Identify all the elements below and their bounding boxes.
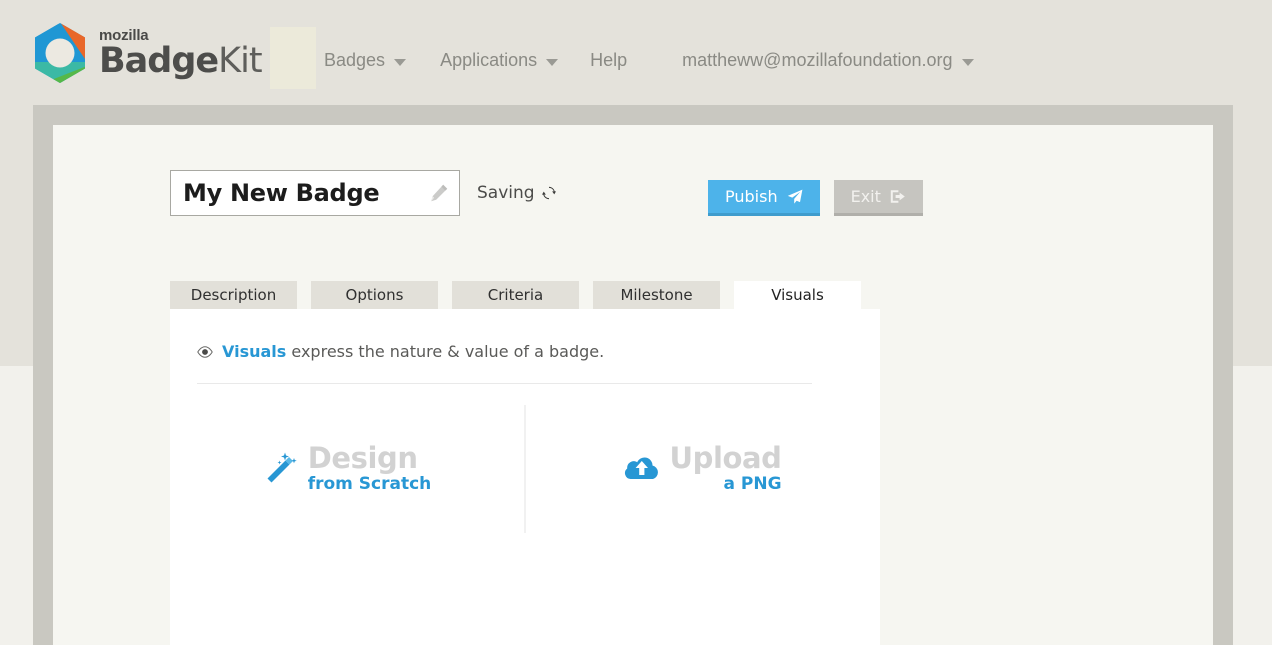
visuals-intro-text: Visuals express the nature & value of a …	[222, 342, 604, 361]
nav-item-badges-label: Badges	[324, 50, 386, 70]
visuals-panel: Visuals express the nature & value of a …	[170, 309, 880, 645]
upload-option-labels: Upload a PNG	[669, 441, 782, 494]
save-status: Saving	[477, 183, 556, 203]
publish-button[interactable]: Pubish	[708, 180, 820, 216]
sign-out-icon	[890, 190, 905, 203]
badge-action-buttons: Pubish Exit	[708, 180, 923, 216]
paper-plane-icon	[787, 189, 802, 204]
nav-item-help-label: Help	[590, 50, 628, 70]
chevron-down-icon	[394, 59, 407, 66]
visuals-intro-rest: express the nature & value of a badge.	[286, 342, 605, 361]
exit-button[interactable]: Exit	[833, 180, 923, 216]
badge-title-input[interactable]: My New Badge	[170, 170, 460, 216]
upload-option-sub-label: a PNG	[723, 474, 782, 494]
publish-button-label: Pubish	[725, 187, 778, 206]
tab-visuals[interactable]: Visuals	[734, 281, 861, 309]
tab-description[interactable]: Description	[170, 281, 297, 309]
app-root: mozilla BadgeKit Badges Applications Hel…	[0, 0, 1272, 645]
design-option-main-label: Design	[307, 441, 418, 475]
nav-item-help[interactable]: Help	[590, 50, 627, 71]
tab-options-label: Options	[345, 286, 404, 304]
eye-icon	[197, 345, 213, 358]
tab-description-label: Description	[190, 286, 277, 304]
nav-highlight-block	[270, 27, 316, 89]
nav-item-applications[interactable]: Applications	[440, 50, 559, 71]
save-status-label: Saving	[477, 183, 535, 203]
brand-kit-text: Kit	[218, 40, 262, 81]
tab-milestone-label: Milestone	[620, 286, 693, 304]
chevron-down-icon	[961, 59, 974, 66]
design-option-inner: Design from Scratch	[263, 444, 432, 493]
design-option-labels: Design from Scratch	[308, 444, 432, 493]
tab-criteria[interactable]: Criteria	[452, 281, 579, 309]
brand-badgekit-text: BadgeKit	[99, 40, 263, 81]
nav-item-applications-label: Applications	[440, 50, 538, 70]
magic-wand-icon	[267, 452, 297, 482]
brand-wordmark: mozilla BadgeKit	[99, 28, 263, 81]
nav-links: Badges Applications Help mattheww@mozill…	[324, 50, 974, 71]
cloud-upload-icon	[625, 456, 659, 479]
visuals-choices: Design from Scratch Upload a PNG	[170, 400, 880, 537]
upload-option-main-label: Upload	[669, 441, 782, 475]
upload-png-option[interactable]: Upload a PNG	[526, 400, 880, 537]
tab-milestone[interactable]: Milestone	[593, 281, 720, 309]
design-option-sub-label: from Scratch	[307, 474, 432, 494]
nav-item-account[interactable]: mattheww@mozillafoundation.org	[682, 50, 974, 71]
badge-title-value: My New Badge	[183, 179, 380, 207]
brand-logo[interactable]: mozilla BadgeKit	[33, 22, 263, 84]
tab-options[interactable]: Options	[311, 281, 438, 309]
chevron-down-icon	[546, 59, 559, 66]
editor-tabs: Description Options Criteria Milestone V…	[170, 281, 861, 309]
visuals-intro-strong: Visuals	[222, 342, 287, 361]
nav-item-account-label: mattheww@mozillafoundation.org	[682, 50, 953, 70]
nav-item-badges[interactable]: Badges	[324, 50, 407, 71]
brand-badge-text: Badge	[99, 40, 219, 81]
refresh-icon	[541, 186, 556, 200]
design-from-scratch-option[interactable]: Design from Scratch	[170, 400, 524, 537]
upload-option-inner: Upload a PNG	[624, 441, 782, 494]
tab-visuals-label: Visuals	[771, 286, 824, 304]
exit-button-label: Exit	[850, 187, 881, 206]
visuals-intro: Visuals express the nature & value of a …	[197, 342, 812, 384]
badgekit-logo-icon	[35, 23, 85, 83]
top-navigation-bar: mozilla BadgeKit Badges Applications Hel…	[0, 0, 1272, 105]
pencil-icon[interactable]	[429, 183, 449, 203]
tab-criteria-label: Criteria	[487, 286, 544, 304]
badge-title-row: My New Badge Saving	[170, 170, 556, 216]
